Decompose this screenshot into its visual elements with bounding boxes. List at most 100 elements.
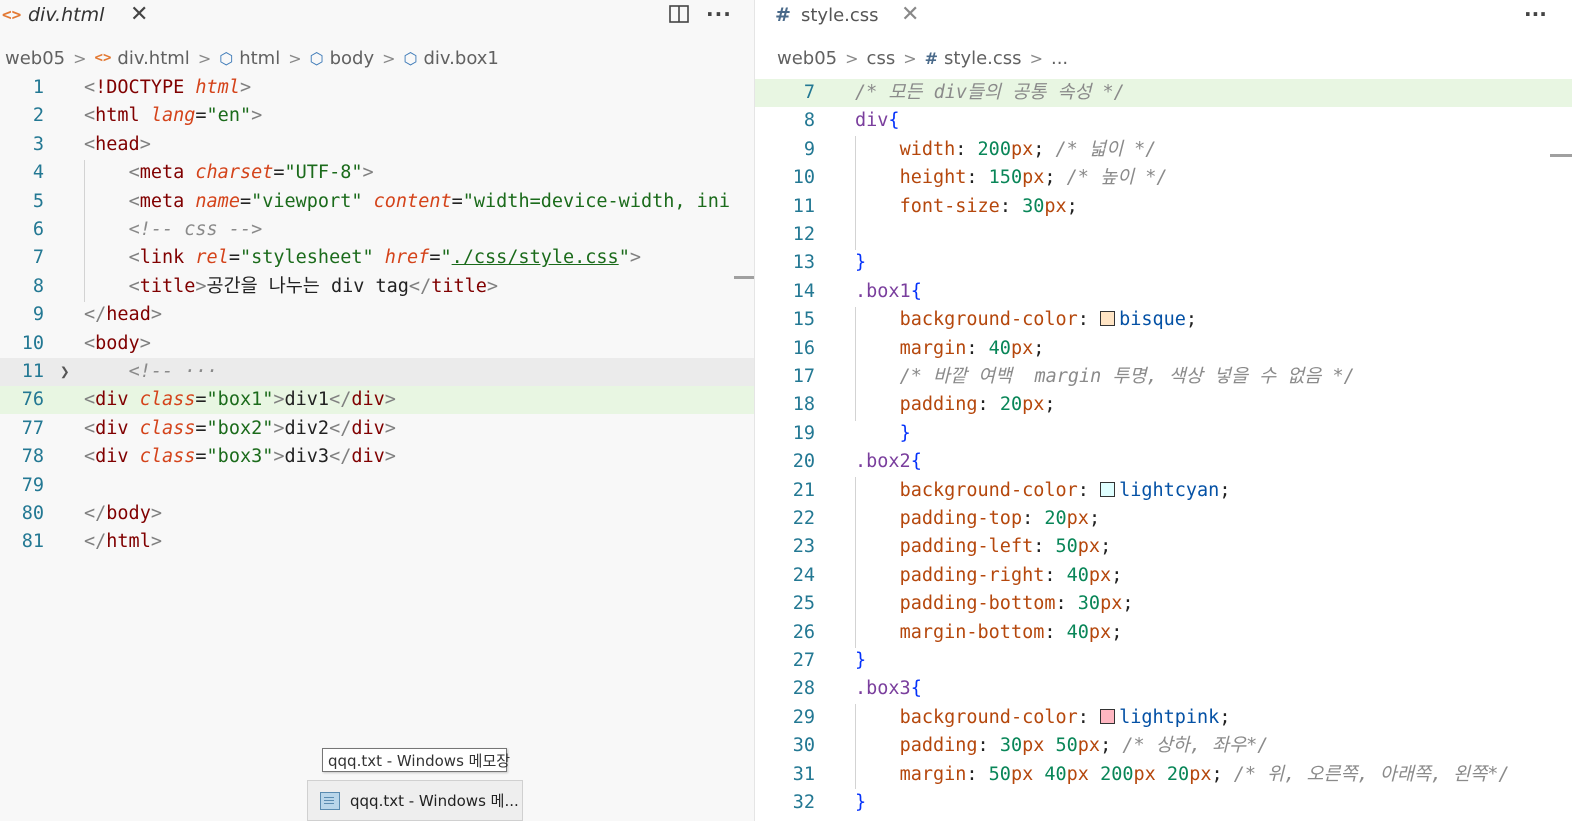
- code-line[interactable]: 29 background-color: lightpink;: [755, 704, 1572, 732]
- more-actions-icon[interactable]: ···: [1524, 2, 1547, 26]
- code-text: .box2{: [855, 451, 922, 473]
- breadcrumb-item-css[interactable]: css >: [867, 48, 925, 69]
- code-line[interactable]: 5 <meta name="viewport" content="width=d…: [0, 188, 754, 216]
- code-line[interactable]: 30 padding: 30px 50px; /* 상하, 좌우*/: [755, 732, 1572, 760]
- line-number: 4: [32, 162, 44, 184]
- code-line[interactable]: 79: [0, 472, 754, 500]
- code-line[interactable]: 25 padding-bottom: 30px;: [755, 590, 1572, 618]
- breadcrumb-item-web05[interactable]: web05 >: [5, 48, 95, 69]
- code-line[interactable]: 21 background-color: lightcyan;: [755, 477, 1572, 505]
- line-number: 77: [21, 417, 44, 439]
- breadcrumb-item-symbols[interactable]: ...: [1051, 48, 1068, 69]
- code-line[interactable]: 32}: [755, 789, 1572, 817]
- line-number: 23: [792, 536, 815, 558]
- breadcrumb-item-div-box1[interactable]: ⬡ div.box1: [404, 48, 499, 69]
- code-text: <!-- css -->: [128, 219, 263, 240]
- code-text: <div class="box3">div3</div>: [84, 446, 396, 468]
- code-line[interactable]: 80 </body>: [0, 500, 754, 528]
- taskbar-thumbnail-notepad[interactable]: qqq.txt - Windows 메...: [307, 780, 523, 821]
- chevron-right-icon[interactable]: ❯: [60, 358, 70, 386]
- code-line[interactable]: 19 }: [755, 420, 1572, 448]
- code-text: /* 모든 div들의 공통 속성 */: [855, 82, 1125, 103]
- code-line[interactable]: 8 <title>공간을 나누는 div tag</title>: [0, 273, 754, 301]
- close-icon[interactable]: ✕: [130, 2, 148, 27]
- code-line[interactable]: 8 div{: [755, 107, 1572, 135]
- tab-div-html[interactable]: div.html: [28, 4, 104, 26]
- line-number: 80: [21, 503, 44, 524]
- close-icon[interactable]: ✕: [901, 2, 919, 27]
- breadcrumb-item-html[interactable]: ⬡ html >: [219, 48, 309, 69]
- color-swatch-icon[interactable]: [1100, 311, 1116, 327]
- code-text: </body>: [84, 503, 162, 524]
- code-line[interactable]: 2 <html lang="en">: [0, 102, 754, 130]
- code-line[interactable]: 76 <div class="box1">div1</div>: [0, 386, 754, 415]
- line-number: 16: [792, 337, 815, 359]
- code-line[interactable]: 10 height: 150px; /* 높이 */: [755, 164, 1572, 192]
- code-line[interactable]: 24 padding-right: 40px;: [755, 562, 1572, 590]
- code-line[interactable]: 27}: [755, 647, 1572, 675]
- breadcrumb-item-web05[interactable]: web05 >: [777, 48, 867, 69]
- code-text: padding: 20px;: [899, 394, 1056, 416]
- scrollbar-thumb[interactable]: [734, 276, 754, 279]
- code-line[interactable]: 3 <head>: [0, 131, 754, 159]
- code-text: margin-bottom: 40px;: [899, 621, 1123, 643]
- line-number: 20: [792, 451, 815, 473]
- code-line[interactable]: 11 font-size: 30px;: [755, 193, 1572, 221]
- code-text: font-size: 30px;: [899, 195, 1078, 217]
- code-line[interactable]: 28 .box3{: [755, 675, 1572, 703]
- breadcrumb-item-style-css[interactable]: # style.css >: [925, 48, 1051, 69]
- code-line[interactable]: 7 /* 모든 div들의 공통 속성 */: [755, 79, 1572, 107]
- more-actions-icon[interactable]: ···: [706, 2, 732, 26]
- tab-style-css[interactable]: style.css: [801, 5, 879, 26]
- code-line[interactable]: 9 width: 200px; /* 넓이 */: [755, 136, 1572, 164]
- code-text: width: 200px; /* 넓이 */: [899, 138, 1157, 160]
- code-text: }: [899, 422, 911, 444]
- scrollbar-thumb[interactable]: [1550, 154, 1572, 157]
- code-line[interactable]: 17 /* 바깥 여백 margin 투명, 색상 넣을 수 없음 */: [755, 363, 1572, 391]
- code-line[interactable]: 14 .box1{: [755, 278, 1572, 306]
- code-line[interactable]: 16 margin: 40px;: [755, 335, 1572, 363]
- code-line[interactable]: 13}: [755, 249, 1572, 277]
- code-line[interactable]: 4 <meta charset="UTF-8">: [0, 159, 754, 187]
- breadcrumb-label: html: [239, 47, 281, 69]
- color-swatch-icon[interactable]: [1100, 481, 1116, 497]
- line-number: 14: [792, 280, 815, 302]
- code-text: .box1{: [855, 280, 922, 302]
- breadcrumb-label: div.html: [117, 47, 190, 69]
- color-swatch-icon[interactable]: [1100, 708, 1116, 724]
- line-number: 7: [32, 247, 44, 269]
- code-line[interactable]: 77 <div class="box2">div2</div>: [0, 415, 754, 443]
- code-line[interactable]: 11 ❯ <!-- ···: [0, 358, 754, 386]
- code-line[interactable]: 1 <!DOCTYPE html>: [0, 74, 754, 102]
- code-line[interactable]: 12: [755, 221, 1572, 249]
- chevron-right-icon: >: [288, 48, 302, 68]
- code-line[interactable]: 9 </head>: [0, 301, 754, 329]
- code-text: margin: 50px 40px 200px 20px; /* 위, 오른쪽,…: [899, 763, 1510, 785]
- code-line[interactable]: 10 <body>: [0, 330, 754, 358]
- code-line[interactable]: 18 padding: 20px;: [755, 391, 1572, 419]
- line-number: 30: [792, 735, 815, 757]
- code-line[interactable]: 81 </html>: [0, 528, 754, 556]
- code-line[interactable]: 31 margin: 50px 40px 200px 20px; /* 위, 오…: [755, 761, 1572, 789]
- breadcrumb-label: style.css: [944, 47, 1022, 69]
- code-text: }: [855, 650, 867, 671]
- split-editor-icon[interactable]: [668, 3, 690, 30]
- code-line[interactable]: 15 background-color: bisque;: [755, 306, 1572, 334]
- breadcrumb-item-file[interactable]: <> div.html >: [95, 48, 220, 69]
- line-number: 25: [792, 593, 815, 615]
- line-number: 12: [792, 224, 815, 245]
- css-editor-pane: # style.css ✕ ··· web05 > css > # style.css…: [755, 0, 1572, 821]
- code-line[interactable]: 23 padding-left: 50px;: [755, 533, 1572, 561]
- code-line[interactable]: 6 <!-- css -->: [0, 216, 754, 244]
- code-line[interactable]: 78 <div class="box3">div3</div>: [0, 443, 754, 471]
- symbol-element-icon: ⬡: [219, 48, 234, 68]
- code-line[interactable]: 22 padding-top: 20px;: [755, 505, 1572, 533]
- code-text: }: [855, 792, 867, 813]
- line-number: 7: [803, 82, 815, 103]
- code-line[interactable]: 20 .box2{: [755, 448, 1572, 476]
- breadcrumb-label: ...: [1050, 47, 1069, 69]
- code-line[interactable]: 26 margin-bottom: 40px;: [755, 619, 1572, 647]
- breadcrumb-label: web05: [5, 47, 66, 69]
- code-line[interactable]: 7 <link rel="stylesheet" href="./css/sty…: [0, 244, 754, 272]
- breadcrumb-item-body[interactable]: ⬡ body >: [310, 48, 404, 69]
